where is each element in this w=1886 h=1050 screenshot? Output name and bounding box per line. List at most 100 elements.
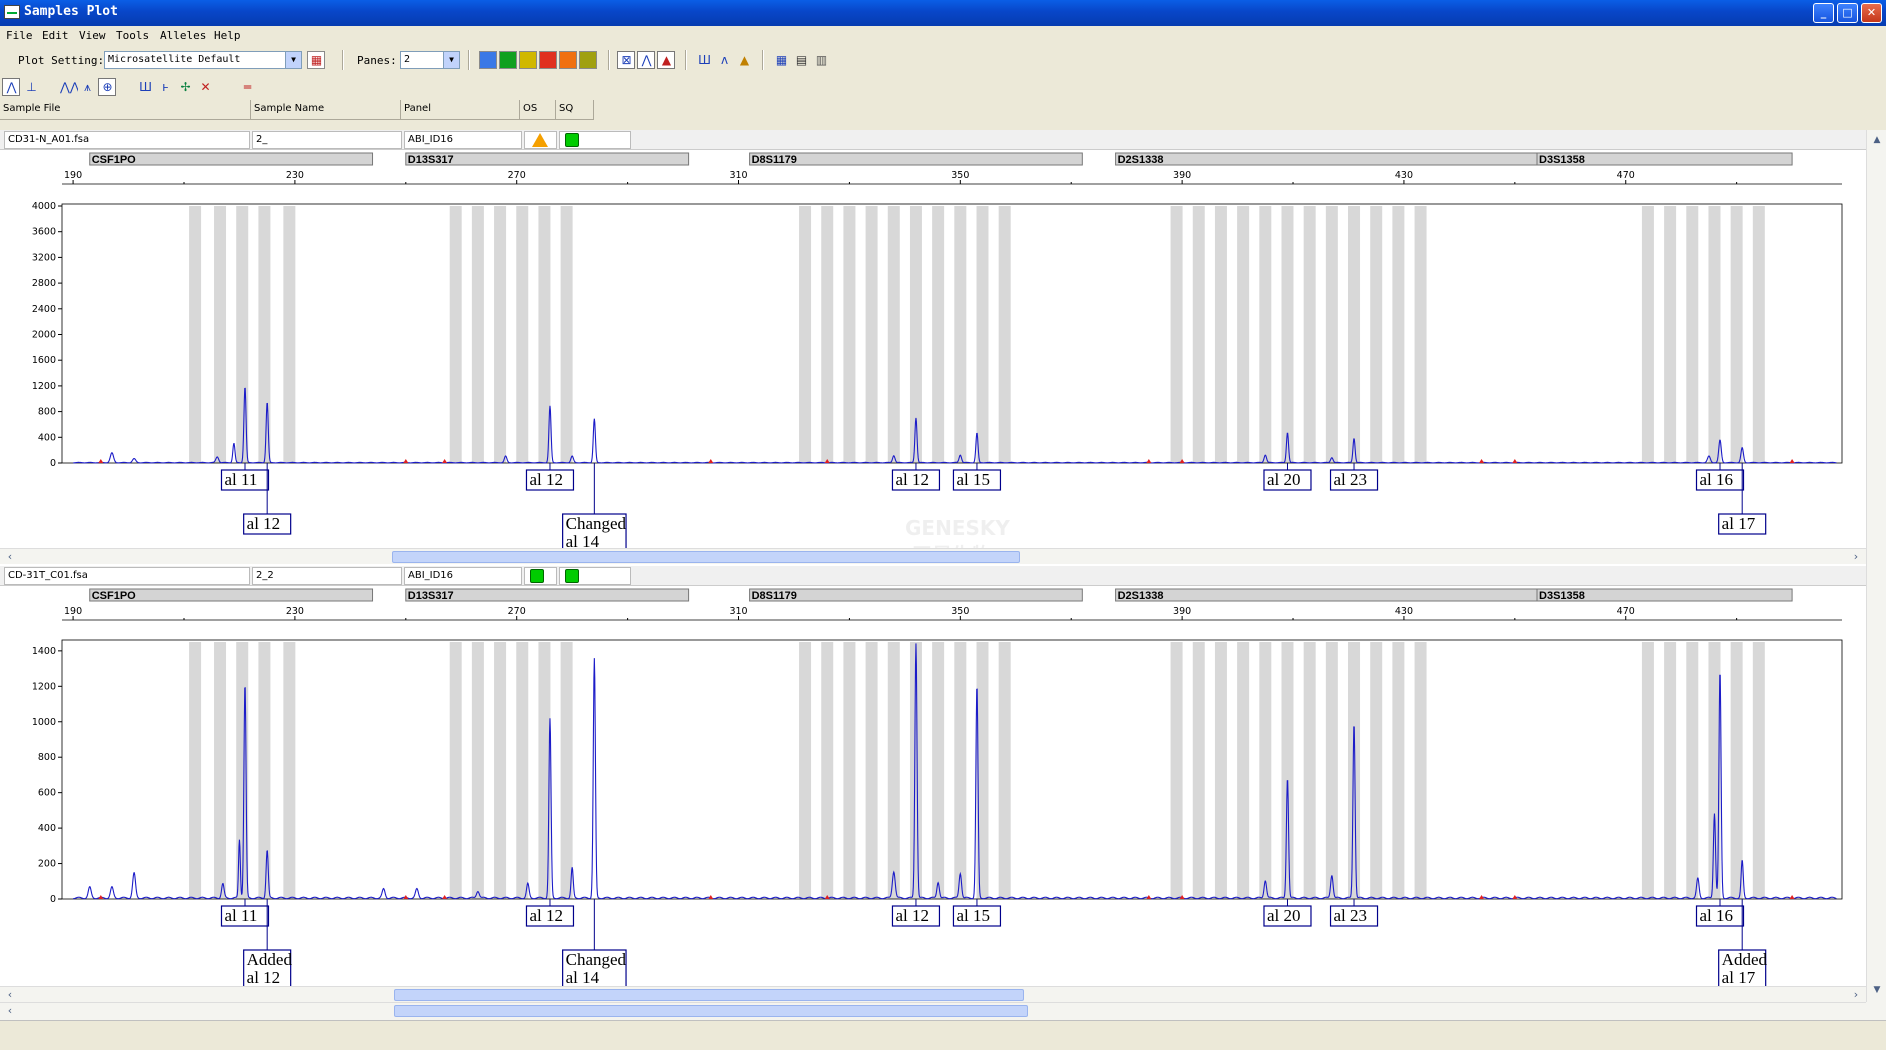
allele-label: al 16	[1700, 906, 1734, 925]
dye-color-button[interactable]	[479, 51, 497, 69]
size-tick-label: 190	[64, 170, 82, 181]
bin-view-button[interactable]: Ш	[136, 78, 154, 96]
main-vscroll[interactable]: ▲ ▼	[1866, 130, 1886, 1002]
size-tick-label: 310	[729, 606, 747, 617]
show-all-button[interactable]: ⊠	[617, 51, 635, 69]
panel-cell[interactable]: ABI_ID16	[404, 567, 522, 585]
scroll-left-icon[interactable]: ‹	[2, 987, 18, 1003]
close-button[interactable]: ✕	[1861, 3, 1882, 23]
header-sample-file[interactable]: Sample File	[0, 100, 251, 120]
allele-bin	[976, 206, 989, 463]
dye-color-button[interactable]	[519, 51, 537, 69]
plot-setting-editor-button[interactable]: ▦	[307, 51, 325, 69]
zoom-peaks-icon: ⋀⋀	[60, 80, 80, 94]
dye-color-button[interactable]	[539, 51, 557, 69]
scroll-thumb[interactable]	[394, 1005, 1028, 1017]
header-sq[interactable]: SQ	[556, 100, 594, 120]
scroll-down-icon[interactable]: ▼	[1869, 982, 1885, 998]
rfu-tick-label: 1200	[32, 681, 56, 692]
sample-file-cell[interactable]: CD-31T_C01.fsa	[4, 567, 250, 585]
dye-color-button[interactable]	[559, 51, 577, 69]
menu-view[interactable]: View	[79, 29, 106, 42]
allele-bin	[909, 206, 922, 463]
report-button[interactable]: ▥	[812, 51, 830, 69]
scroll-right-icon[interactable]: ›	[1848, 987, 1864, 1003]
remove-allele-icon: ✕	[200, 80, 211, 94]
bin-peaks-button[interactable]: ⱶ	[156, 78, 174, 96]
allele-bin	[1259, 206, 1272, 463]
rfu-tick-label: 0	[50, 458, 56, 469]
size-standard-marker	[708, 459, 714, 463]
marker-header: D3S1358	[1536, 588, 1793, 602]
scroll-up-icon[interactable]: ▲	[1869, 132, 1885, 148]
stack-button[interactable]: ⩚	[78, 78, 96, 96]
maximize-button[interactable]: □	[1837, 3, 1858, 23]
grid-button[interactable]: ▦	[772, 51, 790, 69]
labels-button[interactable]: ʌ	[715, 51, 733, 69]
sample-name-cell[interactable]: 2_	[252, 131, 402, 149]
marker-label: D8S1179	[752, 590, 797, 602]
sq-cell[interactable]	[559, 131, 631, 149]
toolbar-separator	[342, 50, 344, 70]
size-marker-button[interactable]: ⊥	[22, 78, 40, 96]
minimize-button[interactable]: _	[1813, 3, 1834, 23]
panel-cell[interactable]: ABI_ID16	[404, 131, 522, 149]
sample-name-cell[interactable]: 2_2	[252, 567, 402, 585]
allele-bin	[1325, 206, 1338, 463]
scroll-right-icon[interactable]: ›	[1848, 549, 1864, 565]
marker-label: CSF1PO	[92, 154, 136, 166]
pass-icon	[565, 569, 579, 583]
scale-button[interactable]: ═	[238, 78, 256, 96]
allele-label: al 12	[529, 470, 563, 489]
allele-label: al 15	[956, 470, 990, 489]
allele-bin	[449, 642, 462, 899]
compare-button[interactable]: ⊕	[98, 78, 116, 96]
rfu-tick-label: 400	[38, 823, 56, 834]
marker-header: D8S1179	[749, 152, 1083, 166]
size-standard-marker	[1789, 895, 1795, 899]
allele-bin	[1686, 206, 1699, 463]
table-button[interactable]: ▤	[792, 51, 810, 69]
dye-color-button[interactable]	[579, 51, 597, 69]
marker-header: D13S317	[405, 152, 690, 166]
scroll-left-icon[interactable]: ‹	[2, 549, 18, 565]
marker-header: D8S1179	[749, 588, 1083, 602]
peak-button[interactable]: ▲	[657, 51, 675, 69]
panes-select[interactable]: 2 ▼	[400, 51, 460, 69]
overlay-button[interactable]: ⋀	[637, 51, 655, 69]
menu-file[interactable]: File	[6, 29, 33, 42]
menu-tools[interactable]: Tools	[116, 29, 149, 42]
scroll-left-icon[interactable]: ‹	[2, 1003, 18, 1019]
header-panel[interactable]: Panel	[401, 100, 520, 120]
header-sample-name[interactable]: Sample Name	[251, 100, 401, 120]
size-marker-icon: ⊥	[26, 80, 37, 94]
bins-button[interactable]: Ш	[695, 51, 713, 69]
menu-edit[interactable]: Edit	[42, 29, 69, 42]
menu-alleles[interactable]: Alleles	[160, 29, 206, 42]
scroll-thumb[interactable]	[394, 989, 1024, 1001]
sample-file-cell[interactable]: CD31-N_A01.fsa	[4, 131, 250, 149]
plot-setting-select[interactable]: Microsatellite Default ▼	[104, 51, 302, 69]
allele-bin	[1641, 642, 1654, 899]
zoom-peaks-button[interactable]: ⋀⋀	[58, 78, 80, 96]
os-cell[interactable]	[524, 131, 557, 149]
allele-call: al 20	[1263, 899, 1312, 927]
dye-color-button[interactable]	[499, 51, 517, 69]
electropherogram-2[interactable]: CSF1PO D13S317 D8S1179 D2S1338 D3S1358 190 230…	[0, 586, 1866, 986]
rfu-tick-label: 800	[38, 752, 56, 763]
add-allele-button[interactable]: ✢	[176, 78, 194, 96]
pane-1-hscroll[interactable]: ‹ ›	[0, 548, 1866, 564]
header-os[interactable]: OS	[520, 100, 556, 120]
global-hscroll-track[interactable]: ‹	[0, 1002, 1866, 1018]
sq-cell[interactable]	[559, 567, 631, 585]
menu-help[interactable]: Help	[214, 29, 241, 42]
allele-button[interactable]: ▲	[735, 51, 753, 69]
allele-bin	[954, 206, 967, 463]
electropherogram-1[interactable]: CSF1PO D13S317 D8S1179 D2S1338 D3S1358 190 230…	[0, 150, 1866, 550]
pane-2-hscroll[interactable]: ‹ ›	[0, 986, 1866, 1002]
os-cell[interactable]	[524, 567, 557, 585]
global-hscroll[interactable]: ‹	[0, 1002, 1886, 1020]
remove-allele-button[interactable]: ✕	[196, 78, 214, 96]
sizing-button[interactable]: ⋀	[2, 78, 20, 96]
scroll-thumb[interactable]	[392, 551, 1020, 563]
